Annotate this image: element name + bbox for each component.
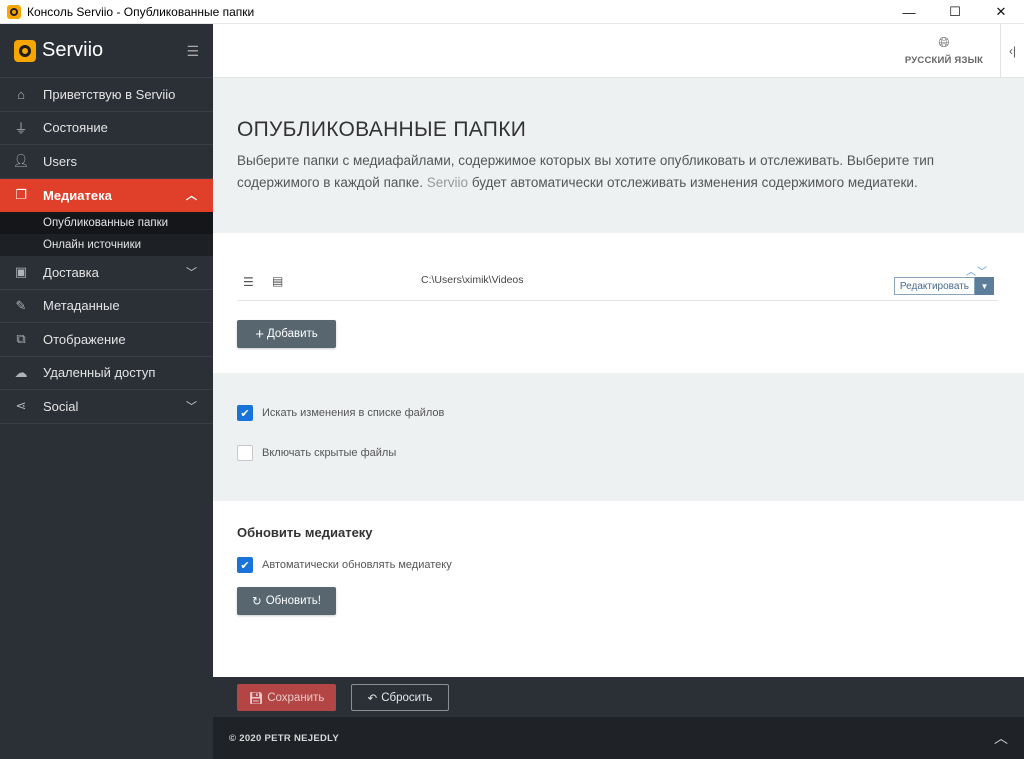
main-content: ОПУБЛИКОВАННЫЕ ПАПКИ Выберите папки с ме… xyxy=(213,78,1024,677)
sidebar-item-label: Медиатека xyxy=(43,187,112,203)
sidebar-item-delivery[interactable]: ▣ Доставка ﹀ xyxy=(0,256,213,290)
save-button[interactable]: 💾︎ Сохранить xyxy=(237,684,336,711)
cloud-icon: ☁ xyxy=(14,364,28,380)
serviio-logo-icon xyxy=(14,39,36,62)
user-icon: 👤︎ xyxy=(12,153,30,169)
action-bar: 💾︎ Сохранить ↶ Сбросить xyxy=(213,677,1024,717)
sidebar-item-label: Состояние xyxy=(43,120,108,136)
close-button[interactable]: ✕ xyxy=(978,0,1024,24)
home-icon: ⌂ xyxy=(17,86,25,102)
sidebar-item-label: Отображение xyxy=(43,331,126,347)
page-title: ОПУБЛИКОВАННЫЕ ПАПКИ xyxy=(237,118,527,141)
sidebar-item-label: Приветствую в Serviio xyxy=(43,86,176,102)
add-folder-button[interactable]: + Добавить xyxy=(237,320,336,348)
reset-button[interactable]: ↶ Сбросить xyxy=(351,684,449,711)
footer: © 2020 PETR NEJEDLY ︿ xyxy=(213,717,1024,759)
drag-handle-icon[interactable]: ☰ xyxy=(243,275,254,289)
sidebar-item-library[interactable]: ❐ Медиатека ︿ xyxy=(0,178,213,212)
folder-path: C:\Users\ximik\Videos xyxy=(421,274,524,286)
sidebar-item-welcome[interactable]: ⌂ Приветствую в Serviio xyxy=(0,78,213,112)
sidebar-item-label: Доставка xyxy=(43,264,99,280)
display-icon: ⧉ xyxy=(16,331,26,347)
globe-icon: 🌐︎ xyxy=(938,34,950,50)
watch-changes-option[interactable]: ✔ Искать изменения в списке файлов xyxy=(237,405,444,421)
refresh-label: Обновить! xyxy=(265,595,321,607)
sidebar-item-label: Social xyxy=(43,398,79,414)
window-titlebar: Консоль Serviio - Опубликованные папки —… xyxy=(0,0,1024,24)
edit-icon: ✎ xyxy=(15,297,27,313)
language-selector[interactable]: 🌐︎ РУССКИЙ ЯЗЫК xyxy=(904,34,984,66)
refresh-section: Обновить медиатеку ✔ Автоматически обнов… xyxy=(213,501,1024,677)
edit-button-group: Редактировать ▼ xyxy=(893,277,994,295)
minimize-button[interactable]: — xyxy=(886,0,932,24)
share-icon: ⋖ xyxy=(15,398,27,414)
reorder-arrows[interactable]: ︿﹀ xyxy=(966,263,988,278)
maximize-button[interactable]: ☐ xyxy=(932,0,978,24)
page-description: Выберите папки с медиафайлами, содержимо… xyxy=(237,150,1007,194)
page-header: ОПУБЛИКОВАННЫЕ ПАПКИ Выберите папки с ме… xyxy=(213,78,1024,233)
film-icon: ▤ xyxy=(272,274,284,288)
folders-section: ☰ ▤ C:\Users\ximik\Videos ︿﹀ Редактирова… xyxy=(213,233,1024,373)
language-label: РУССКИЙ ЯЗЫК xyxy=(904,55,984,66)
box-icon: ▣ xyxy=(14,264,28,280)
library-icon: ❐ xyxy=(15,187,27,203)
window-controls: — ☐ ✕ xyxy=(886,0,1024,24)
hamburger-icon[interactable]: ☰ xyxy=(186,43,199,60)
sidebar-item-metadata[interactable]: ✎ Метаданные xyxy=(0,290,213,323)
auto-refresh-label: Автоматически обновлять медиатеку xyxy=(262,559,452,571)
include-hidden-option[interactable]: Включать скрытые файлы xyxy=(237,445,396,461)
chevron-down-icon: ﹀ xyxy=(186,267,197,280)
scroll-top-icon[interactable]: ︿ xyxy=(994,728,1008,748)
collapse-panel-button[interactable]: ‹| xyxy=(1000,24,1024,78)
description-brand: Serviio xyxy=(426,175,469,190)
chevron-up-icon: ︿ xyxy=(186,190,197,203)
sidebar-item-label: Users xyxy=(43,153,77,169)
edit-button[interactable]: Редактировать xyxy=(893,277,975,295)
add-label: Добавить xyxy=(266,328,318,340)
sidebar-item-users[interactable]: 👤︎ Users xyxy=(0,145,213,179)
reset-label: Сбросить xyxy=(381,691,433,704)
sidebar-item-remote-access[interactable]: ☁ Удаленный доступ xyxy=(0,357,213,390)
watch-changes-label: Искать изменения в списке файлов xyxy=(262,407,445,419)
edit-dropdown-button[interactable]: ▼ xyxy=(975,277,994,295)
auto-refresh-checkbox[interactable]: ✔ xyxy=(237,557,253,573)
save-icon: 💾︎ xyxy=(248,692,264,705)
top-bar: 🌐︎ РУССКИЙ ЯЗЫК ‹| xyxy=(213,24,1024,78)
refresh-title: Обновить медиатеку xyxy=(237,525,373,540)
auto-refresh-option[interactable]: ✔ Автоматически обновлять медиатеку xyxy=(237,557,452,573)
save-label: Сохранить xyxy=(267,691,325,704)
serviio-app-icon xyxy=(7,4,21,19)
sidebar-subitem-published-folders[interactable]: Опубликованные папки xyxy=(0,212,213,234)
plus-icon: + xyxy=(255,325,264,343)
brand[interactable]: Serviio ☰ xyxy=(0,24,213,78)
sidebar-item-presentation[interactable]: ⧉ Отображение xyxy=(0,323,213,357)
table-row: ☰ ▤ C:\Users\ximik\Videos ︿﹀ Редактирова… xyxy=(237,263,998,301)
options-section: ✔ Искать изменения в списке файлов Включ… xyxy=(213,373,1024,501)
include-hidden-label: Включать скрытые файлы xyxy=(262,447,397,459)
sidebar-item-label: Удаленный доступ xyxy=(43,365,156,381)
sidebar-subitem-online-sources[interactable]: Онлайн источники xyxy=(0,234,213,256)
include-hidden-checkbox[interactable] xyxy=(237,445,253,461)
copyright: © 2020 PETR NEJEDLY xyxy=(229,733,340,744)
sidebar-item-status[interactable]: ⏚ Состояние xyxy=(0,112,213,145)
sidebar: Serviio ☰ ⌂ Приветствую в Serviio ⏚ Сост… xyxy=(0,24,213,759)
brand-name: Serviio xyxy=(42,39,104,61)
refresh-button[interactable]: ↻ Обновить! xyxy=(237,587,336,615)
description-text-end: будет автоматически отслеживать изменени… xyxy=(468,175,918,190)
watch-changes-checkbox[interactable]: ✔ xyxy=(237,405,253,421)
refresh-icon: ↻ xyxy=(252,596,262,608)
undo-icon: ↶ xyxy=(367,692,378,705)
window-title: Консоль Serviio - Опубликованные папки xyxy=(27,4,255,19)
sidebar-item-label: Метаданные xyxy=(43,298,120,314)
library-submenu: Опубликованные папки Онлайн источники xyxy=(0,212,213,256)
sidebar-item-social[interactable]: ⋖ Social ﹀ xyxy=(0,390,213,424)
chevron-down-icon: ﹀ xyxy=(186,401,197,414)
plug-icon: ⏚ xyxy=(14,121,28,137)
